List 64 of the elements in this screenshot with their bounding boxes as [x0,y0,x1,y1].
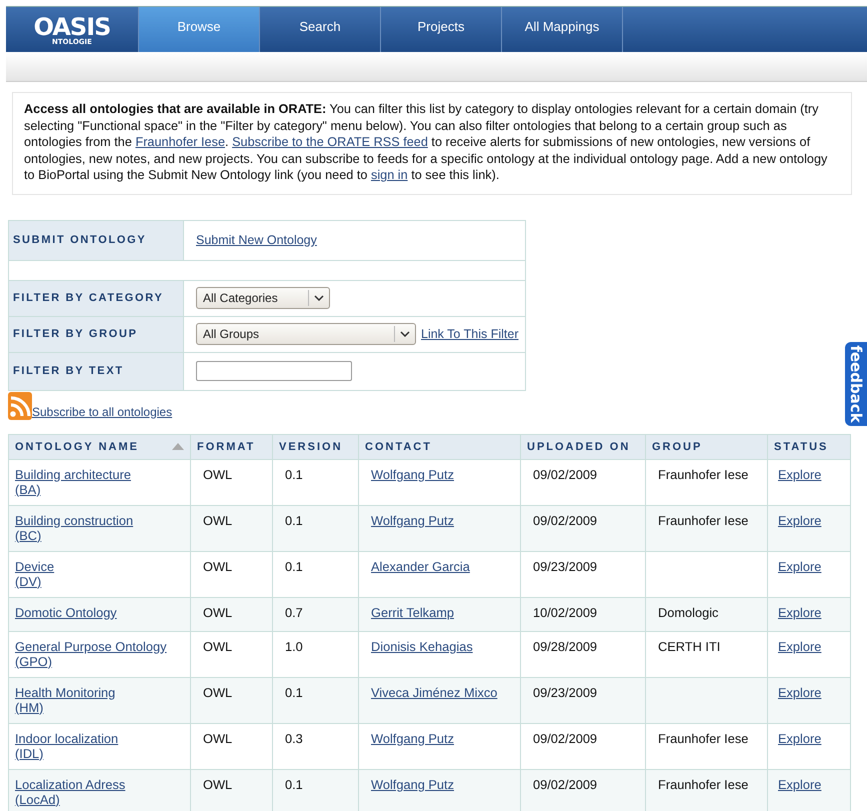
filter-label: FILTER BY GROUP [13,328,138,340]
feedback-tab[interactable]: feedback [845,342,867,426]
table-cell: 0.1 [285,558,303,574]
table-cell: OWL [203,512,232,528]
filter-link[interactable]: Link To This Filter [421,327,518,341]
subscribe-link[interactable]: Subscribe to all ontologies [32,404,172,418]
table-cell: Fraunhofer Iese [658,776,748,792]
sort-icon[interactable] [172,443,184,450]
table-cell: 0.1 [285,512,303,528]
table-cell: OWL [203,776,232,792]
filter-label: SUBMIT ONTOLOGY [13,234,146,246]
table-cell: 0.1 [285,684,303,700]
caret-icon[interactable] [314,295,324,301]
column-header[interactable]: CONTACT [365,440,432,452]
column-header[interactable]: GROUP [652,440,702,452]
explore-link[interactable]: Explore [778,684,822,700]
table-cell: 09/28/2009 [533,638,598,654]
table-cell: CERTH ITI [658,638,720,654]
contact-link[interactable]: Wolfgang Putz [371,512,454,528]
table-cell: 0.3 [285,730,303,746]
explore-link[interactable]: Explore [778,558,822,574]
table-cell: 09/02/2009 [533,776,598,792]
table-cell: OWL [203,638,232,654]
table-cell: Fraunhofer Iese [658,730,748,746]
rss-feed-icon[interactable] [8,390,32,420]
table-cell: 09/23/2009 [533,684,598,700]
filter-label: FILTER BY TEXT [13,365,124,377]
explore-link[interactable]: Explore [778,466,822,482]
filter-dropdown[interactable]: All Groups [196,323,416,345]
explore-link[interactable]: Explore [778,638,822,654]
text-link[interactable]: sign in [370,168,408,182]
table-cell: 09/02/2009 [533,512,598,528]
explore-link[interactable]: Explore [778,776,822,792]
submit-ontology-link[interactable]: Submit New Ontology [196,233,317,247]
table-cell: 09/02/2009 [533,730,598,746]
table-cell: 10/02/2009 [533,604,598,620]
filter-text-field[interactable] [196,361,352,381]
text-link[interactable]: Fraunhofer Iese [135,135,226,149]
table-cell: 09/02/2009 [533,466,598,482]
table-cell: Fraunhofer Iese [658,512,748,528]
table-cell: OWL [203,684,232,700]
contact-link[interactable]: Wolfgang Putz [371,466,454,482]
table-cell: 09/23/2009 [533,558,598,574]
table-cell: OWL [203,730,232,746]
explore-link[interactable]: Explore [778,512,822,528]
table-cell: 1.0 [285,638,303,654]
explore-link[interactable]: Explore [778,730,822,746]
text-link[interactable]: Subscribe to the ORATE RSS feed [232,135,428,149]
filter-dropdown[interactable]: All Categories [196,287,330,309]
contact-link[interactable]: Alexander Garcia [371,558,470,574]
contact-link[interactable]: Wolfgang Putz [371,730,454,746]
table-cell: OWL [203,604,232,620]
table-cell: Fraunhofer Iese [658,466,748,482]
table-cell: Domologic [658,604,718,620]
table-cell: OWL [203,466,232,482]
table-cell: 0.1 [285,776,303,792]
table-cell: 0.7 [285,604,303,620]
caret-icon[interactable] [400,331,410,337]
intro-paragraph: Access all ontologies that are available in ORATE: You can filter this list by category to display ontologies relevant for a certain domain (try selecting "Functional space" in the "Filter by category" menu below). You can also filter ontologies that belong to a certain group such as ontologies from the Fraunhofer Iese. Subscribe to the ORATE RSS feed to receive alerts for submissions of new ontologies, new versions of ontologies, new notes, and new projects. You can subscribe to feeds for a specific ontology at the individual ontology page. Add a new ontology to BioPortal using the Submit New Ontology link (you need to sign in to see this link). [24,101,828,184]
filter-label: FILTER BY CATEGORY [13,292,164,304]
ontology-link[interactable]: Device (DV) [15,558,54,588]
table-cell: OWL [203,558,232,574]
table-cell: 0.1 [285,466,303,482]
contact-link[interactable]: Wolfgang Putz [371,776,454,792]
